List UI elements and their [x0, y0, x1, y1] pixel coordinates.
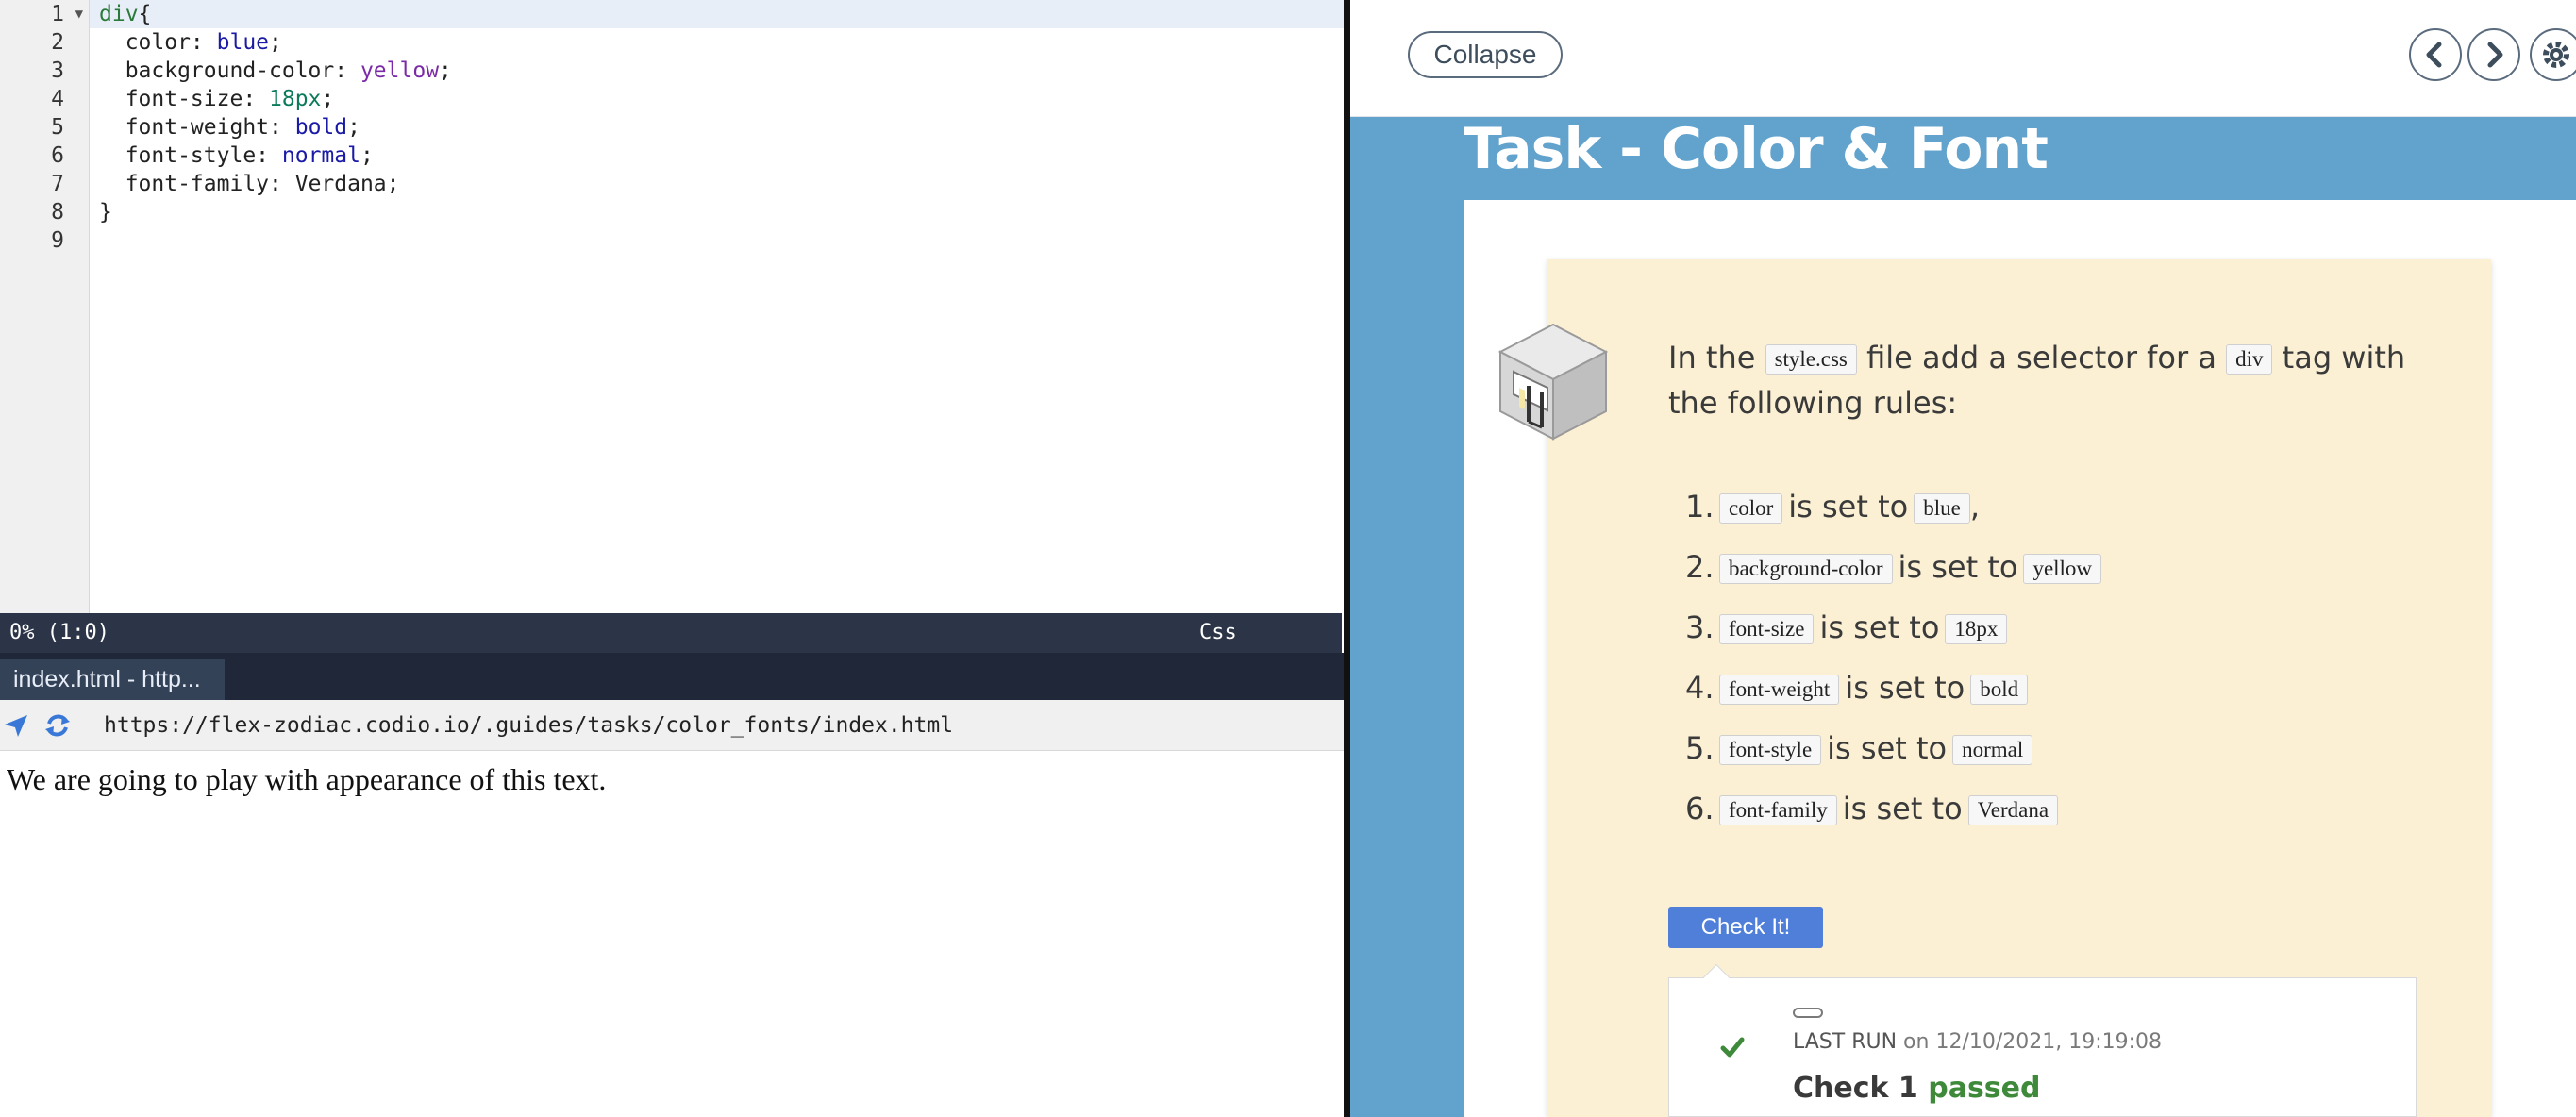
- result-toggle[interactable]: [1793, 1008, 1823, 1018]
- result-caret: [1702, 963, 1731, 992]
- settings-button[interactable]: [2530, 28, 2576, 81]
- navigate-icon[interactable]: [2, 711, 30, 740]
- next-icon: [2487, 42, 2503, 68]
- gear-icon: [2543, 42, 2569, 68]
- code-line[interactable]: color: blue;: [90, 28, 1344, 57]
- rule-item: 4. font-weight is set to bold: [1685, 658, 2101, 718]
- css-value: normal: [281, 143, 360, 168]
- code-value: blue: [1914, 493, 1970, 524]
- code-property: font-weight: [1719, 675, 1840, 705]
- code-property: color: [1719, 493, 1783, 524]
- code-value: Verdana: [1967, 795, 2059, 825]
- rule-item: 6. font-family is set to Verdana: [1685, 778, 2101, 839]
- code-filename: style.css: [1765, 344, 1857, 375]
- preview-tab[interactable]: index.html - http...: [0, 659, 225, 700]
- css-property: font-weight:: [99, 115, 295, 140]
- line-number: 9: [51, 228, 64, 253]
- code-line[interactable]: font-style: normal;: [90, 142, 1344, 170]
- panel-divider[interactable]: [1344, 0, 1350, 1117]
- preview-url[interactable]: https://flex-zodiac.codio.io/.guides/tas…: [104, 700, 953, 751]
- code-line[interactable]: font-family: Verdana;: [90, 170, 1344, 198]
- line-number: 4: [51, 87, 64, 111]
- task-instructions: In the style.css file add a selector for…: [1668, 340, 2406, 421]
- code-property: background-color: [1719, 554, 1893, 584]
- semicolon: ;: [439, 58, 452, 83]
- prev-icon: [2426, 42, 2442, 68]
- collapse-button[interactable]: Collapse: [1408, 31, 1563, 78]
- semicolon: ;: [360, 143, 374, 168]
- page-title: Task - Color & Font: [1464, 116, 2049, 182]
- cursor-position: 0% (1:0): [9, 621, 109, 644]
- check-status: Check 1 passed: [1793, 1072, 2041, 1105]
- code-value: 18px: [1945, 614, 2008, 644]
- guide-panel: Collapse Task - Color & Font In the styl…: [1350, 0, 2576, 1117]
- line-number-gutter: 1 ▼ 2 3 4 5 6 7 8 9: [0, 0, 90, 613]
- code-editor[interactable]: 1 ▼ 2 3 4 5 6 7 8 9 div{ color: blue; bac…: [0, 0, 1344, 613]
- css-value: yellow: [360, 58, 440, 83]
- guide-toolbar: Collapse: [1350, 0, 2576, 117]
- rule-item: 5. font-style is set to normal: [1685, 718, 2101, 778]
- line-number: 3: [51, 58, 64, 83]
- code-line[interactable]: font-size: 18px;: [90, 85, 1344, 113]
- task-cube-icon: [1497, 323, 1609, 441]
- line-number: 5: [51, 115, 64, 140]
- code-property: font-family: [1719, 795, 1837, 825]
- editor-status-bar: 0% (1:0) Css: [0, 613, 1342, 653]
- css-property: color:: [99, 30, 217, 55]
- code-line[interactable]: div{: [90, 0, 1344, 28]
- code-value: bold: [1970, 675, 2029, 705]
- code-property: font-style: [1719, 735, 1822, 765]
- rules-list: 1. color is set to blue, 2. background-color…: [1685, 476, 2102, 839]
- line-number: 2: [51, 30, 64, 55]
- language-mode[interactable]: Css: [1199, 613, 1237, 653]
- preview-tab-bar: index.html - http...: [0, 659, 1344, 700]
- css-value: 18px: [269, 87, 322, 111]
- line-number: 8: [51, 200, 64, 225]
- semicolon: ;: [321, 87, 335, 111]
- css-selector: div: [99, 2, 139, 26]
- css-property: background-color:: [99, 58, 360, 83]
- next-page-button[interactable]: [2467, 28, 2520, 81]
- rule-item: 3. font-size is set to 18px: [1685, 597, 2101, 658]
- semicolon: ;: [347, 115, 360, 140]
- code-line[interactable]: }: [90, 198, 1344, 226]
- css-property: font-family:: [99, 172, 295, 196]
- css-property: font-style:: [99, 143, 282, 168]
- line-number: 7: [51, 172, 64, 196]
- code-value: normal: [1952, 735, 2033, 765]
- rule-item: 2. background-color is set to yellow: [1685, 537, 2102, 597]
- code-line[interactable]: background-color: yellow;: [90, 57, 1344, 85]
- code-value: yellow: [2023, 554, 2102, 584]
- semicolon: ;: [386, 172, 400, 196]
- checkmark-icon: [1720, 1037, 1745, 1058]
- task-card: In the style.css file add a selector for…: [1497, 259, 2491, 1117]
- preview-panel: index.html - http... https://flex-zodiac…: [0, 653, 1344, 1117]
- css-brace: {: [138, 2, 152, 26]
- last-run-info: LAST RUN on 12/10/2021, 19:19:08: [1793, 1030, 2163, 1054]
- check-result-panel: LAST RUN on 12/10/2021, 19:19:08 Check 1…: [1668, 963, 2417, 1117]
- line-number: 1 ▼: [51, 0, 83, 28]
- css-value: bold: [294, 115, 348, 140]
- check-it-button[interactable]: Check It!: [1668, 907, 1823, 948]
- fold-arrow-icon[interactable]: ▼: [75, 0, 83, 28]
- line-number: 6: [51, 143, 64, 168]
- preview-url-bar: https://flex-zodiac.codio.io/.guides/tas…: [0, 700, 1344, 751]
- code-tag: div: [2226, 344, 2273, 375]
- status-passed: passed: [1928, 1072, 2041, 1105]
- rule-item: 1. color is set to blue,: [1685, 489, 1980, 525]
- code-line[interactable]: [90, 226, 1344, 255]
- semicolon: ;: [269, 30, 282, 55]
- preview-page-text: We are going to play with appearance of …: [7, 762, 607, 796]
- refresh-icon[interactable]: [43, 711, 72, 740]
- guide-content: In the style.css file add a selector for…: [1464, 200, 2576, 1117]
- code-area[interactable]: div{ color: blue; background-color: yell…: [90, 0, 1344, 613]
- css-value: blue: [216, 30, 270, 55]
- previous-page-button[interactable]: [2409, 28, 2462, 81]
- css-property: font-size:: [99, 87, 270, 111]
- css-value: Verdana: [294, 172, 387, 196]
- code-line[interactable]: font-weight: bold;: [90, 113, 1344, 142]
- code-property: font-size: [1719, 614, 1815, 644]
